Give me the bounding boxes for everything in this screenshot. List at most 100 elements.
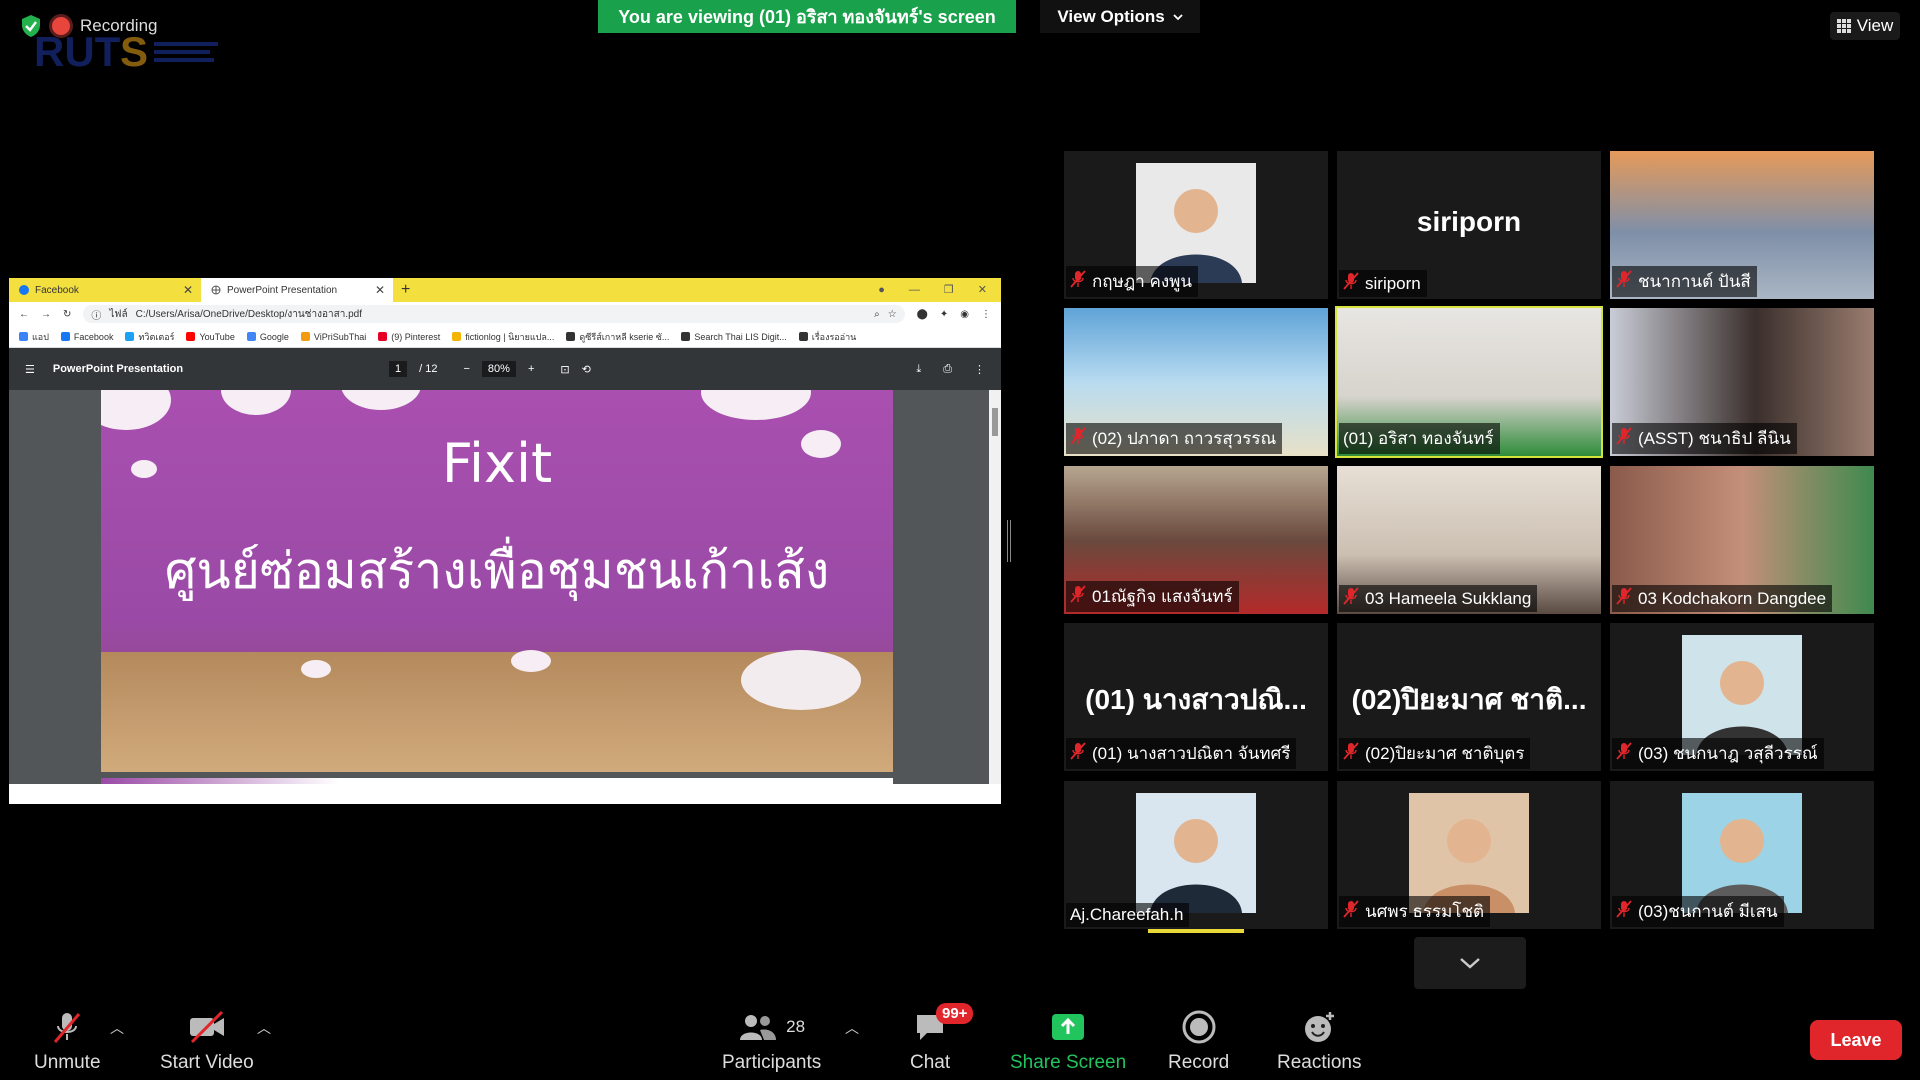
start-video-button[interactable]: Start Video: [160, 1010, 254, 1074]
microphone-muted-icon: [1343, 900, 1359, 923]
gallery-next-page-button[interactable]: [1414, 937, 1526, 989]
facebook-icon: [19, 285, 29, 295]
participant-tile[interactable]: Aj.Chareefah.h: [1064, 781, 1328, 929]
new-tab-icon[interactable]: +: [401, 278, 410, 302]
close-tab-icon[interactable]: ✕: [183, 283, 193, 297]
puzzle-icon[interactable]: ✦: [940, 309, 948, 320]
record-button[interactable]: Record: [1168, 1010, 1229, 1074]
bookmark-item[interactable]: ViPriSubThai: [300, 332, 366, 342]
view-options-button[interactable]: View Options: [1040, 0, 1200, 33]
svg-text:RUT: RUT: [34, 28, 121, 74]
participant-profile-photo: [1136, 163, 1256, 283]
bookmark-item[interactable]: Facebook: [60, 332, 113, 342]
participant-tile[interactable]: ชนากานต์ ปันสี: [1610, 151, 1874, 299]
participants-options-caret-icon[interactable]: ︿: [845, 1018, 859, 1038]
share-screen-button[interactable]: Share Screen: [1010, 1010, 1126, 1074]
bookmark-item[interactable]: แอป: [19, 330, 49, 344]
page-number-input[interactable]: 1: [389, 361, 408, 377]
audio-options-caret-icon[interactable]: ︿: [110, 1018, 124, 1038]
globe-icon: [211, 285, 221, 295]
bookmark-item[interactable]: Search Thai LIS Digit...: [681, 332, 787, 342]
participant-name-label: นศพร ธรรมโชติ: [1339, 896, 1491, 927]
print-icon[interactable]: ⎙: [943, 363, 952, 376]
rotate-icon[interactable]: ⟲: [582, 363, 591, 376]
close-tab-icon[interactable]: ✕: [375, 283, 385, 297]
participant-tile[interactable]: (01) อริสา ทองจันทร์: [1335, 306, 1603, 458]
microphone-muted-icon: [1070, 270, 1086, 293]
participant-tile[interactable]: 03 Hameela Sukklang: [1337, 466, 1601, 614]
browser-tab-powerpoint[interactable]: PowerPoint Presentation ✕: [201, 278, 393, 302]
browser-tab-bar: Facebook ✕ PowerPoint Presentation ✕ + ●…: [9, 278, 1001, 302]
chevron-down-icon: [1460, 958, 1480, 969]
participant-name-label: Aj.Chareefah.h: [1066, 903, 1190, 927]
info-icon: ⓘ: [91, 310, 102, 322]
zoom-in-icon[interactable]: +: [528, 363, 534, 375]
avatar[interactable]: ◉: [960, 309, 969, 320]
window-controls: ● — ❐ ✕: [878, 278, 1001, 302]
pdf-viewer[interactable]: Fixit ศูนย์ซ่อมสร้างเพื่อชุมชนเก้าเส้ง: [9, 390, 1001, 784]
slide-title: Fixit: [441, 432, 553, 495]
slide-page-1: Fixit ศูนย์ซ่อมสร้างเพื่อชุมชนเก้าเส้ง: [101, 390, 893, 772]
zoom-out-icon[interactable]: −: [463, 363, 469, 375]
video-options-caret-icon[interactable]: ︿: [257, 1018, 271, 1038]
participant-tile[interactable]: นศพร ธรรมโชติ: [1337, 781, 1601, 929]
maximize-icon[interactable]: ❐: [944, 278, 954, 302]
svg-text:S: S: [120, 28, 148, 74]
microphone-muted-icon: [1616, 742, 1632, 765]
reload-icon[interactable]: ↻: [63, 309, 71, 320]
extension-icon[interactable]: ⬤: [917, 309, 928, 320]
bookmark-item[interactable]: (9) Pinterest: [378, 332, 440, 342]
participant-tile[interactable]: 03 Kodchakorn Dangdee: [1610, 466, 1874, 614]
bookmark-item[interactable]: ดูซีรีส์เกาหลี kserie ซั...: [566, 330, 669, 344]
participants-button[interactable]: 28 Participants: [722, 1010, 821, 1074]
star-icon[interactable]: ☆: [888, 309, 897, 320]
microphone-muted-icon: [1616, 270, 1632, 293]
participant-tile[interactable]: (ASST) ชนาธิป ลีนิน: [1610, 308, 1874, 456]
search-icon[interactable]: ⌕: [874, 309, 880, 320]
participant-tile[interactable]: กฤษฎา คงพูน: [1064, 151, 1328, 299]
bookmark-favicon-icon: [452, 332, 462, 341]
pdf-scrollbar[interactable]: [989, 390, 1001, 784]
leave-meeting-button[interactable]: Leave: [1810, 1020, 1902, 1060]
participant-tile[interactable]: (02) ปภาดา ถาวรสุวรรณ: [1064, 308, 1328, 456]
participant-name-display: (02)ปิยะมาศ ชาติ...: [1351, 684, 1587, 715]
split-view-divider[interactable]: [1007, 520, 1011, 562]
bookmark-favicon-icon: [125, 332, 135, 341]
grid-icon: [1836, 19, 1851, 33]
menu-dots-icon[interactable]: ⋮: [981, 309, 991, 320]
participant-name-label: 03 Hameela Sukklang: [1339, 585, 1538, 612]
menu-icon[interactable]: ☰: [25, 363, 35, 376]
address-bar[interactable]: ⓘ ไฟล์ C:/Users/Arisa/OneDrive/Desktop/ง…: [83, 305, 905, 323]
ruts-logo: RUT S: [34, 28, 218, 74]
participant-tile[interactable]: siriporn siriporn: [1337, 151, 1601, 299]
view-layout-button[interactable]: View: [1830, 12, 1900, 40]
participant-tile[interactable]: (03)ชนกานต์ มีเสน: [1610, 781, 1874, 929]
participant-tile[interactable]: (02)ปิยะมาศ ชาติ... (02)ปิยะมาศ ชาติบุตร: [1337, 623, 1601, 771]
back-icon[interactable]: ←: [19, 309, 29, 320]
download-icon[interactable]: ⤓: [916, 363, 921, 376]
participant-tile[interactable]: (03) ชนกนาฎ วสุลีวรรณ์: [1610, 623, 1874, 771]
chevron-down-icon: [1173, 13, 1183, 20]
unmute-button[interactable]: Unmute: [34, 1010, 101, 1074]
profile-menu-icon[interactable]: ●: [878, 278, 885, 302]
forward-icon[interactable]: →: [41, 309, 51, 320]
bookmark-item[interactable]: fictionlog | นิยายแปล...: [452, 330, 554, 344]
bookmark-favicon-icon: [798, 332, 808, 341]
fit-page-icon[interactable]: ⊡: [560, 363, 569, 376]
reactions-button[interactable]: Reactions: [1277, 1010, 1362, 1074]
bookmark-item[interactable]: Google: [246, 332, 289, 342]
browser-tab-facebook[interactable]: Facebook ✕: [9, 278, 201, 302]
participants-icon: [740, 1015, 777, 1040]
bookmark-item[interactable]: ทวิตเตอร์: [125, 330, 174, 344]
participant-name-label: (03)ชนกานต์ มีเสน: [1612, 896, 1784, 927]
more-options-icon[interactable]: ⋮: [974, 363, 985, 376]
bookmark-item[interactable]: เรื่องรออ่าน: [798, 330, 856, 344]
participant-name-label: (02)ปิยะมาศ ชาติบุตร: [1339, 738, 1531, 769]
zoom-level-input[interactable]: 80%: [481, 361, 516, 377]
minimize-icon[interactable]: —: [909, 278, 920, 302]
participant-tile[interactable]: 01ณัฐกิจ แสงจันทร์: [1064, 466, 1328, 614]
bookmark-item[interactable]: YouTube: [186, 332, 235, 342]
participant-tile[interactable]: (01) นางสาวปณิ... (01) นางสาวปณิตา จันทศร…: [1064, 623, 1328, 771]
close-window-icon[interactable]: ✕: [978, 278, 987, 302]
microphone-muted-icon: [54, 1013, 81, 1043]
